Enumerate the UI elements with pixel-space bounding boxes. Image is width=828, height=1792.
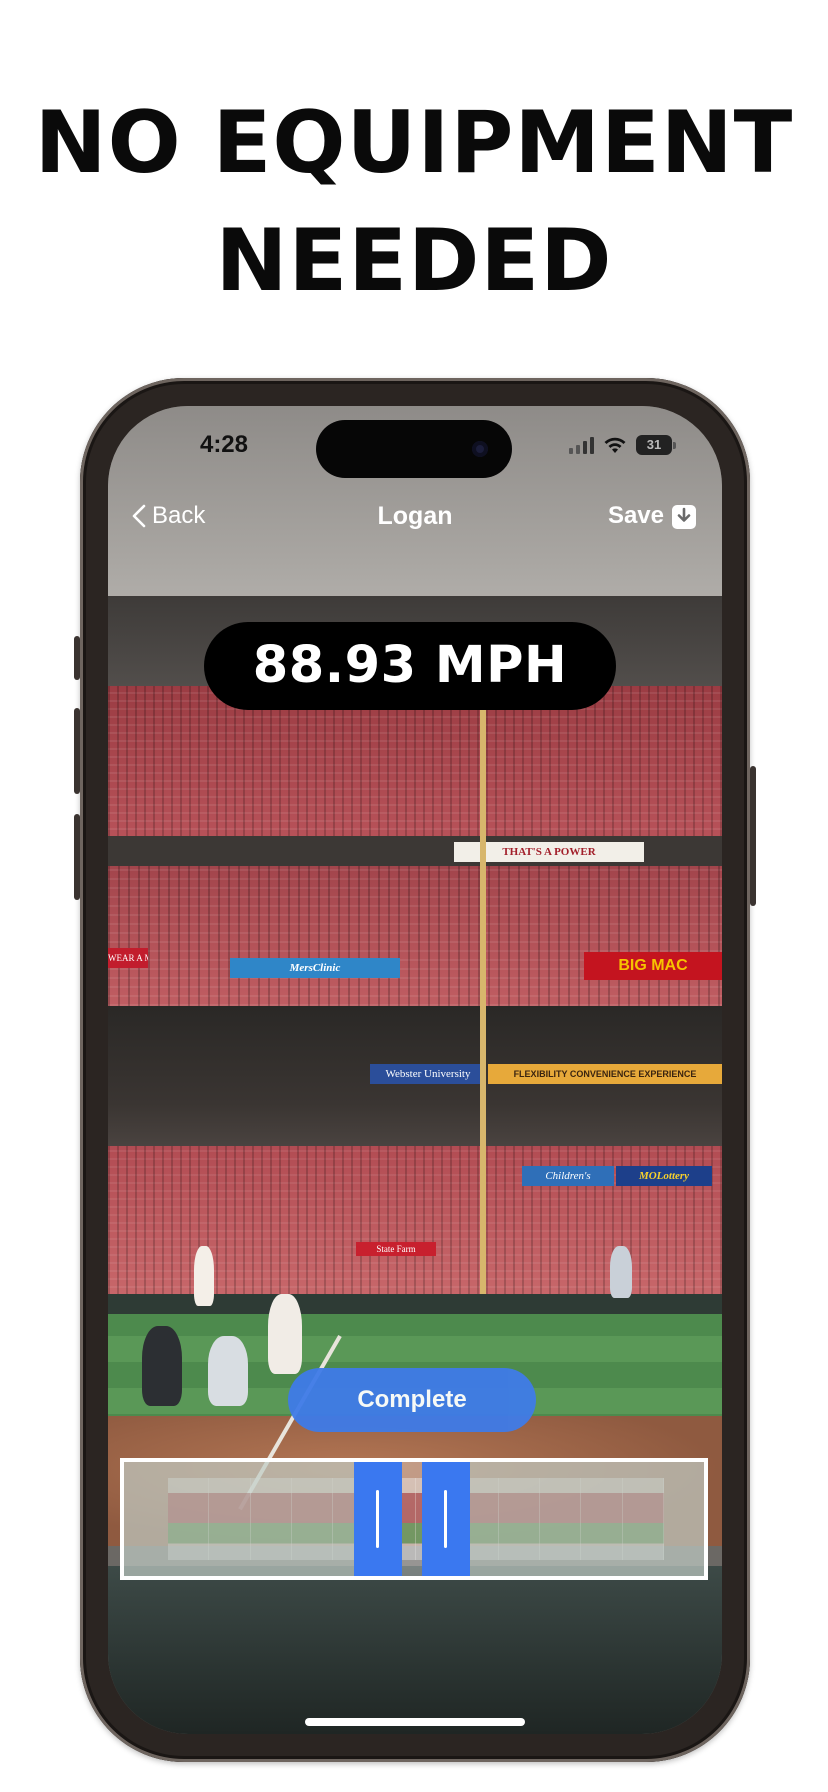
save-label: Save (607, 502, 664, 529)
action-button (74, 636, 80, 680)
player-name-title: Logan (377, 502, 453, 530)
fielder-figure (610, 1246, 632, 1298)
banner-children: Children's (522, 1166, 614, 1186)
status-icons: 31 (569, 434, 676, 456)
video-trimmer[interactable] (120, 1458, 708, 1580)
back-label: Back (152, 502, 206, 529)
headline: NO EQUIPMENT NEEDED (0, 84, 828, 320)
save-download-icon (672, 505, 696, 529)
umpire-figure (142, 1326, 182, 1406)
phone-screen: THAT'S A POWER WEAR A MASK MersClinic BI… (108, 406, 722, 1734)
scene-foreground-crowd (108, 1566, 722, 1734)
dynamic-island (316, 420, 512, 478)
coach-figure (194, 1246, 214, 1306)
signal-icon (569, 436, 594, 454)
power-button (750, 766, 756, 906)
status-time: 4:28 (199, 431, 249, 458)
complete-button[interactable]: Complete (288, 1368, 536, 1432)
scene-upper-stand (108, 686, 722, 846)
headline-line-2: NEEDED (215, 211, 613, 311)
banner-statefarm: State Farm (356, 1242, 436, 1256)
banner-bigmac: BIG MAC (584, 952, 722, 980)
batter-figure (268, 1294, 302, 1374)
save-button[interactable]: Save (608, 496, 696, 536)
foul-pole (480, 676, 486, 1326)
headline-line-1: NO EQUIPMENT (34, 93, 794, 193)
phone-frame: THAT'S A POWER WEAR A MASK MersClinic BI… (74, 378, 756, 1762)
home-indicator (305, 1718, 525, 1726)
trimmer-excluded-right (470, 1462, 704, 1576)
battery-icon: 31 (636, 435, 676, 455)
banner-wear: WEAR A MASK (108, 948, 148, 968)
speed-readout: 88.93 MPH (204, 622, 616, 710)
camera-icon (472, 441, 488, 457)
catcher-figure (208, 1336, 248, 1406)
banner-flex: FLEXIBILITY CONVENIENCE EXPERIENCE (488, 1064, 722, 1084)
chevron-left-icon (132, 504, 146, 528)
banner-webster: Webster University (370, 1064, 486, 1084)
wifi-icon (604, 437, 626, 453)
back-button[interactable]: Back (132, 496, 205, 536)
volume-up-button (74, 708, 80, 794)
trim-start-handle[interactable] (354, 1462, 402, 1576)
trimmer-excluded-left (124, 1462, 354, 1576)
volume-down-button (74, 814, 80, 900)
banner-molottery: MOLottery (616, 1166, 712, 1186)
trim-end-handle[interactable] (422, 1462, 470, 1576)
scene-mid-stand (108, 866, 722, 1006)
banner-mersclinic: MersClinic (230, 958, 400, 978)
